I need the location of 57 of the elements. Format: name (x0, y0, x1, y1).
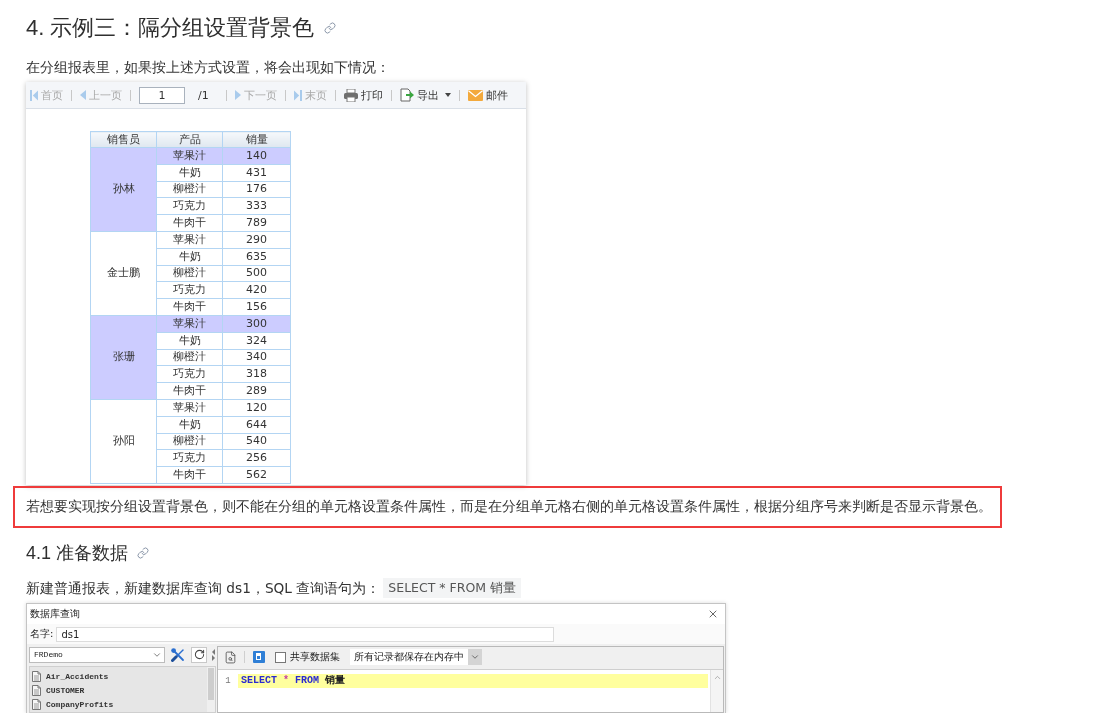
scrollbar[interactable] (207, 667, 215, 712)
page-total: /1 (198, 88, 209, 102)
link-icon[interactable] (324, 22, 337, 34)
column-header: 销量 (222, 131, 291, 148)
paragraph-text: 新建普通报表，新建数据库查询 ds1，SQL 查询语句为： (26, 579, 381, 598)
tools-button[interactable] (170, 646, 186, 663)
checkbox[interactable] (275, 651, 286, 663)
checkbox-label: 共享数据集 (290, 650, 340, 664)
skip-start-icon (30, 89, 38, 101)
inline-code: SELECT * FROM 销量 (383, 578, 522, 598)
refresh-icon (193, 649, 205, 660)
name-field[interactable]: ds1 (56, 626, 555, 642)
envelope-icon (467, 89, 483, 101)
callout-note: 若想要实现按分组设置背景色，则不能在分组的单元格设置条件属性，而是在分组单元格右侧的单元格设置条件属性，根据分组序号来判断是否显示背景色。 (13, 486, 1002, 528)
column-header: 销售员 (90, 131, 157, 148)
caret-icon (444, 93, 451, 97)
salesperson-cell: 金士鹏 (90, 231, 157, 316)
column-header: 产品 (156, 131, 223, 148)
crossed-tools-icon (171, 647, 185, 662)
close-icon (707, 608, 719, 620)
mail-button[interactable]: 邮件 (464, 85, 511, 105)
dialog-title: 数据库查询 (30, 607, 80, 621)
subsection-heading: 4.1 准备数据 (26, 542, 129, 565)
table-list-item[interactable]: CompanyProfits (30, 697, 207, 711)
file-icon (32, 670, 41, 682)
sql-editor[interactable]: 1 SELECT * FROM 销量 (218, 669, 723, 712)
paragraph-text: 在分组报表里，如果按上述方式设置，将会出现如下情况： (26, 58, 390, 77)
right-triangle-icon (234, 90, 241, 100)
storage-select[interactable]: 所有记录都保存在内存中 (350, 649, 468, 665)
document-search-icon (223, 650, 237, 664)
close-button[interactable] (707, 608, 719, 620)
export-button[interactable]: 导出 (396, 85, 454, 105)
field-label: 名字: (30, 627, 54, 641)
file-icon (32, 698, 41, 710)
chevron-up-icon (712, 673, 722, 682)
refresh-button[interactable] (191, 646, 207, 663)
table-list-item[interactable]: CUSTOMER (30, 683, 207, 697)
salesperson-cell: 孙阳 (90, 399, 157, 484)
salesperson-cell: 张珊 (90, 315, 157, 400)
splitter-handle-icon (212, 648, 215, 661)
link-icon[interactable] (137, 547, 150, 559)
print-button[interactable]: 打印 (340, 85, 386, 105)
document-arrow-icon (399, 88, 414, 102)
salesperson-cell: 孙林 (90, 147, 157, 232)
page-number-field[interactable]: 1 (139, 86, 185, 104)
table-list-item[interactable]: Air_Accidents (30, 669, 207, 683)
printer-icon (343, 88, 358, 102)
chevron-down-icon (470, 652, 480, 662)
panel-button[interactable] (251, 649, 267, 665)
line-number: 1 (225, 675, 231, 688)
section-heading: 4. 示例三：隔分组设置背景色 (26, 14, 315, 42)
file-icon (32, 684, 41, 696)
scrollbar[interactable] (710, 670, 723, 712)
left-triangle-icon (80, 90, 86, 100)
square-panel-icon (253, 651, 265, 663)
connection-select[interactable]: FRDemo (29, 646, 165, 663)
skip-end-icon (293, 89, 302, 101)
